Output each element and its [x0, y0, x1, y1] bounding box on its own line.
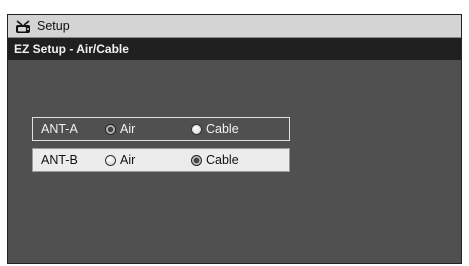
option-label: Cable [206, 153, 239, 167]
tv-antenna-icon [14, 17, 32, 35]
option-label: Air [120, 122, 136, 136]
header-bar: EZ Setup - Air/Cable [8, 38, 461, 60]
radio-selected-icon[interactable] [105, 123, 116, 135]
ant-b-air-option[interactable]: Air [105, 153, 191, 167]
ant-a-row[interactable]: ANT-A Air Cable [32, 117, 290, 141]
row-label-ant-a: ANT-A [41, 122, 78, 136]
option-label: Air [120, 153, 136, 167]
ant-a-air-option[interactable]: Air [105, 122, 191, 136]
radio-unselected-icon[interactable] [191, 123, 202, 135]
ant-b-row[interactable]: ANT-B Air Cable [32, 148, 290, 172]
radio-unselected-icon[interactable] [105, 154, 116, 166]
radio-selected-icon[interactable] [191, 154, 202, 166]
title-bar: Setup [8, 15, 461, 38]
row-label-ant-b: ANT-B [41, 153, 78, 167]
page-title: EZ Setup - Air/Cable [14, 42, 129, 56]
ant-a-cable-option[interactable]: Cable [191, 122, 239, 136]
setup-window: Setup EZ Setup - Air/Cable ANT-A Air Cab… [7, 14, 462, 264]
ant-b-cable-option[interactable]: Cable [191, 153, 239, 167]
app-title: Setup [37, 19, 70, 33]
option-label: Cable [206, 122, 239, 136]
